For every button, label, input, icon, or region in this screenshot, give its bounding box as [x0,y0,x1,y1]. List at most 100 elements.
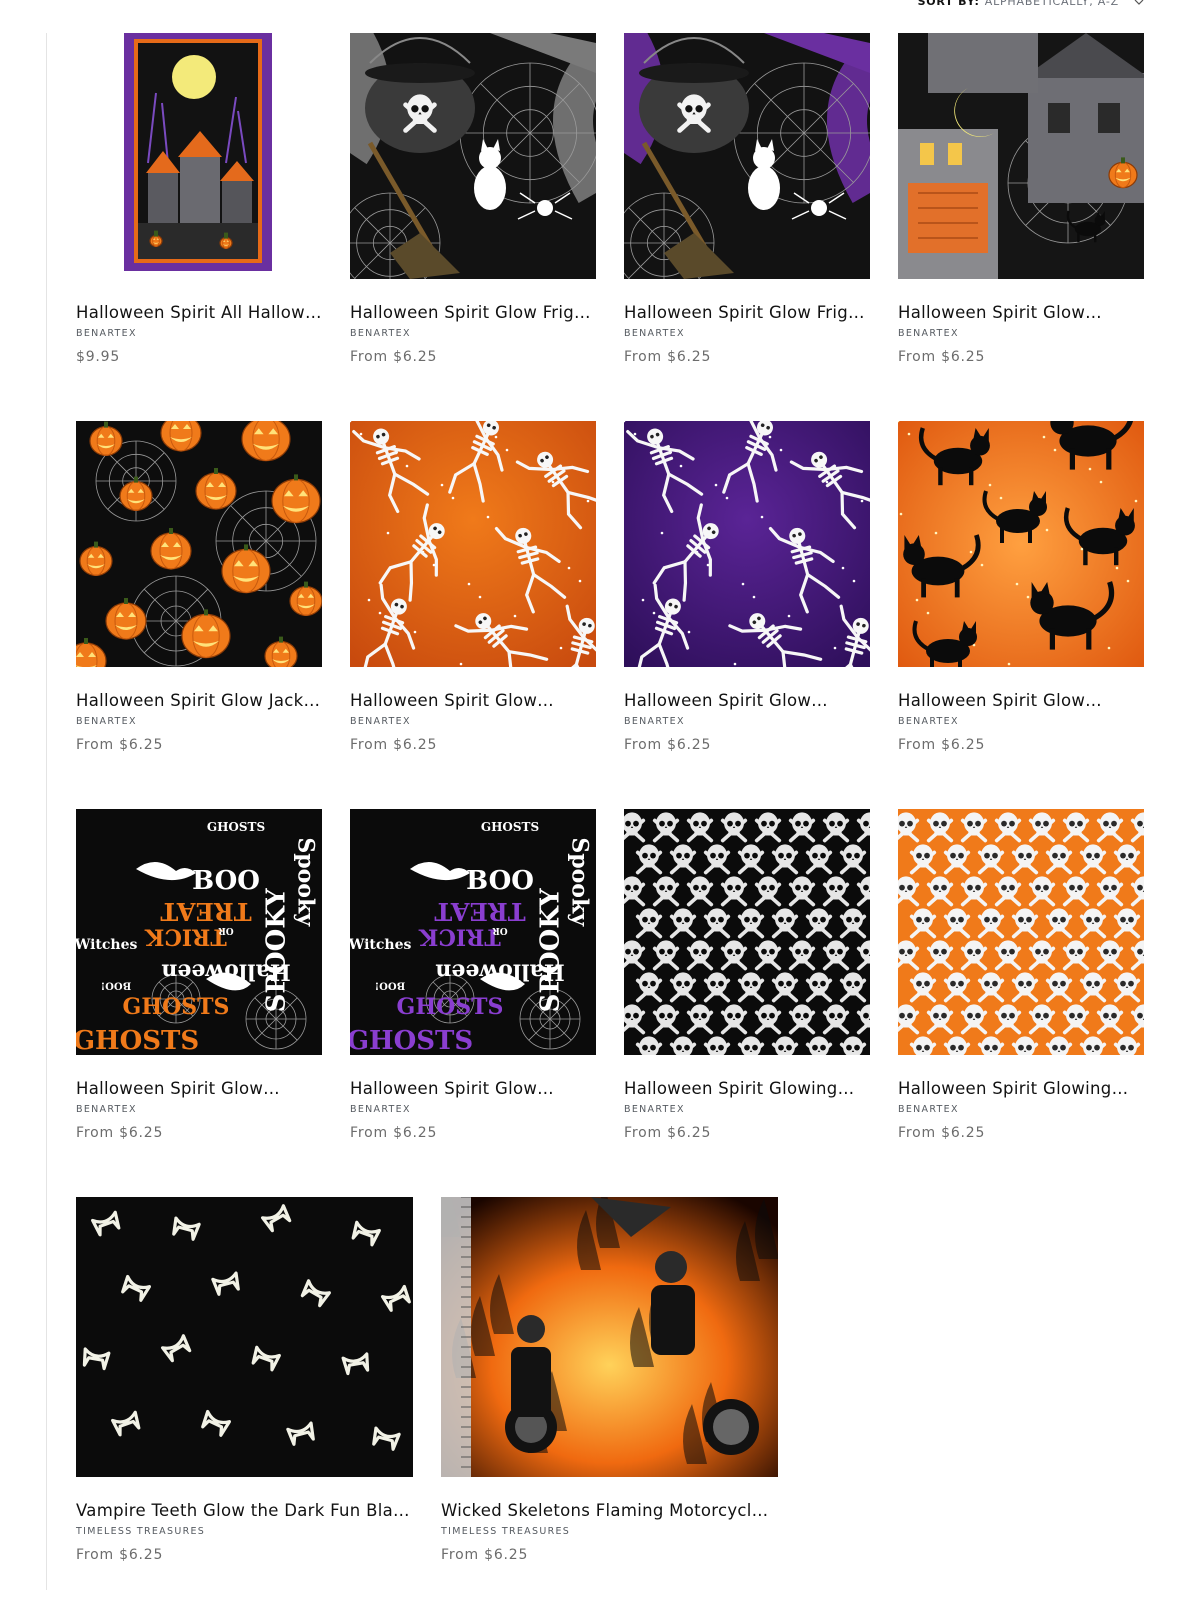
product-image[interactable] [624,421,870,667]
product-title[interactable]: Halloween Spirit All Hallow'… [76,303,322,323]
svg-text:TRICK: TRICK [418,923,500,949]
product-title[interactable]: Halloween Spirit Glow… [76,1079,322,1099]
product-card[interactable]: Halloween Spirit All Hallow'… BENARTEX $… [76,33,322,365]
product-title[interactable]: Wicked Skeletons Flaming Motorcycles… [441,1501,778,1521]
sidebar-divider [46,33,47,1590]
svg-text:Halloween: Halloween [435,958,564,984]
product-title[interactable]: Halloween Spirit Glow… [898,691,1144,711]
svg-text:OR: OR [218,925,234,935]
svg-text:BOO: BOO [192,866,260,896]
product-card[interactable]: Halloween Spirit Glowing… BENARTEX From … [898,809,1144,1141]
product-card[interactable]: Halloween Spirit Glow Frigh… BENARTEX Fr… [624,33,870,365]
product-vendor: BENARTEX [350,716,411,727]
fabric-swatch [624,33,870,279]
svg-text:BOO!: BOO! [375,979,405,990]
fabric-swatch: BOOTREATTRICK GHOSTS SPOOKYHalloween Witche… [350,809,596,1055]
product-title[interactable]: Halloween Spirit Glow… [350,691,596,711]
product-price: From $6.25 [76,1547,164,1563]
product-title[interactable]: Halloween Spirit Glow… [898,303,1144,323]
product-title[interactable]: Halloween Spirit Glow Jack-… [76,691,322,711]
product-vendor: BENARTEX [898,328,959,339]
svg-text:SPOOKY: SPOOKY [536,888,566,1013]
product-price: From $6.25 [898,349,986,365]
product-price: From $6.25 [350,349,438,365]
product-grid: Halloween Spirit All Hallow'… BENARTEX $… [76,33,1144,1619]
product-image[interactable] [350,421,596,667]
svg-text:OR: OR [492,925,508,935]
product-image[interactable] [76,421,322,667]
product-card[interactable]: Halloween Spirit Glow… BENARTEX From $6.… [350,421,596,753]
product-card[interactable]: Halloween Spirit Glow… BENARTEX From $6.… [624,421,870,753]
product-vendor: BENARTEX [624,328,685,339]
product-title[interactable]: Halloween Spirit Glow Frigh… [350,303,596,323]
fabric-swatch [898,421,1144,667]
product-card[interactable]: Wicked Skeletons Flaming Motorcycles… TI… [441,1197,778,1563]
product-card[interactable]: Halloween Spirit Glowing… BENARTEX From … [624,809,870,1141]
product-vendor: TIMELESS TREASURES [441,1526,571,1537]
fabric-swatch [76,33,322,279]
product-image[interactable]: BOO TREAT TRICK GHOSTS SPOOKY Halloween Witche… [76,809,322,1055]
product-title[interactable]: Halloween Spirit Glowing… [624,1079,870,1099]
product-price: From $6.25 [350,737,438,753]
svg-text:TRICK: TRICK [144,923,226,949]
product-price: From $6.25 [441,1547,529,1563]
product-card[interactable]: BOO TREAT TRICK GHOSTS SPOOKY Halloween Witche… [76,809,322,1141]
product-card[interactable]: Halloween Spirit Glow… BENARTEX From $6.… [898,421,1144,753]
product-price: From $6.25 [624,1125,712,1141]
svg-text:TREAT: TREAT [160,897,251,926]
product-card[interactable]: Halloween Spirit Glow Frigh… BENARTEX Fr… [350,33,596,365]
product-price: From $6.25 [76,1125,164,1141]
svg-text:GHOSTS: GHOSTS [207,820,265,834]
product-image[interactable] [76,1197,413,1477]
product-image[interactable]: BOO TREAT TRICK GHOSTS SPOOKY Halloween Witche… [350,809,596,1055]
sort-control[interactable]: SORT BY: ALPHABETICALLY, A-Z [918,0,1144,8]
product-vendor: TIMELESS TREASURES [76,1526,206,1537]
product-image[interactable] [898,421,1144,667]
sort-value[interactable]: ALPHABETICALLY, A-Z [985,0,1119,8]
svg-text:Witches: Witches [350,937,411,953]
svg-text:TREAT: TREAT [434,897,525,926]
product-vendor: BENARTEX [350,1104,411,1115]
svg-text:GHOSTS: GHOSTS [481,820,539,834]
svg-text:GHOSTS: GHOSTS [350,1026,473,1055]
product-title[interactable]: Halloween Spirit Glowing… [898,1079,1144,1099]
product-image[interactable] [898,33,1144,279]
product-image[interactable] [441,1197,778,1477]
fabric-swatch: BOOTREATTRICK GHOSTS SPOOKYHalloween Witche… [76,809,322,1055]
fabric-swatch [898,809,1144,1055]
product-image[interactable] [898,809,1144,1055]
fabric-swatch [350,33,596,279]
svg-text:BOO: BOO [466,866,534,896]
svg-text:SPOOKY: SPOOKY [262,888,292,1013]
fabric-swatch [350,421,596,667]
fabric-swatch [76,421,322,667]
product-image[interactable] [76,33,322,279]
product-vendor: BENARTEX [76,328,137,339]
sort-label: SORT BY: [917,0,980,8]
product-card[interactable]: Halloween Spirit Glow Jack-… BENARTEX Fr… [76,421,322,753]
product-card[interactable]: Halloween Spirit Glow… BENARTEX From $6.… [898,33,1144,365]
fabric-swatch [624,809,870,1055]
product-vendor: BENARTEX [350,328,411,339]
chevron-down-icon [1134,0,1144,5]
product-card[interactable]: BOO TREAT TRICK GHOSTS SPOOKY Halloween Witche… [350,809,596,1141]
svg-text:Spooky: Spooky [567,837,593,927]
product-vendor: BENARTEX [76,1104,137,1115]
product-image[interactable] [624,809,870,1055]
product-card[interactable]: Vampire Teeth Glow the Dark Fun Blac… TI… [76,1197,413,1563]
product-image[interactable] [624,33,870,279]
fabric-swatch [441,1197,778,1477]
product-vendor: BENARTEX [76,716,137,727]
product-title[interactable]: Halloween Spirit Glow… [624,691,870,711]
product-vendor: BENARTEX [898,1104,959,1115]
product-vendor: BENARTEX [624,1104,685,1115]
product-vendor: BENARTEX [898,716,959,727]
product-title[interactable]: Halloween Spirit Glow Frigh… [624,303,870,323]
product-title[interactable]: Vampire Teeth Glow the Dark Fun Blac… [76,1501,413,1521]
product-image[interactable] [350,33,596,279]
svg-text:GHOSTS: GHOSTS [76,1026,199,1055]
product-price: From $6.25 [624,737,712,753]
product-price: From $6.25 [350,1125,438,1141]
svg-text:GHOSTS: GHOSTS [397,994,504,1020]
product-title[interactable]: Halloween Spirit Glow… [350,1079,596,1099]
